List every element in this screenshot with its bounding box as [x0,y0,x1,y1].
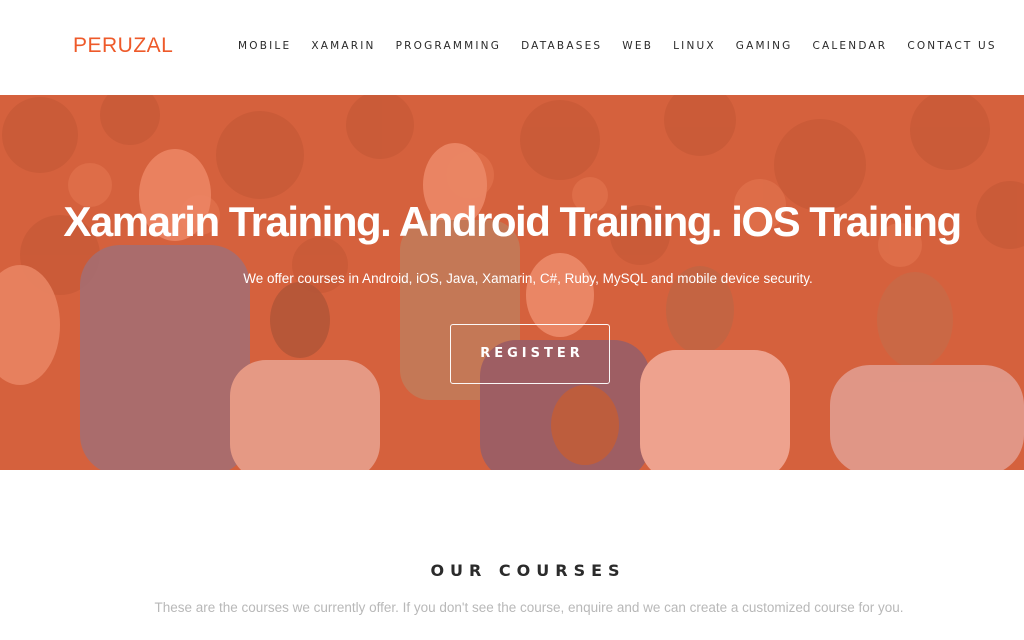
nav-item-calendar[interactable]: CALENDAR [802,40,897,52]
courses-title: OUR COURSES [430,561,626,580]
nav-item-contact-us[interactable]: CONTACT US [897,40,1006,52]
nav-item-gaming[interactable]: GAMING [726,40,803,52]
nav-item-xamarin[interactable]: XAMARIN [301,40,385,52]
nav-item-web[interactable]: WEB [612,40,663,52]
hero-section: Xamarin Training. Android Training. iOS … [0,95,1024,470]
nav-item-linux[interactable]: LINUX [663,40,726,52]
courses-subtitle: These are the courses we currently offer… [154,600,904,615]
hero-title: Xamarin Training. Android Training. iOS … [63,198,962,245]
nav-item-programming[interactable]: PROGRAMMING [386,40,512,52]
nav-item-mobile[interactable]: MOBILE [228,40,301,52]
brand-logo[interactable]: PERUZAL [73,34,173,58]
main-nav: MOBILE XAMARIN PROGRAMMING DATABASES WEB… [228,40,1007,52]
hero-subtitle: We offer courses in Android, iOS, Java, … [243,271,813,286]
register-button[interactable]: REGISTER [450,324,610,384]
site-header: PERUZAL MOBILE XAMARIN PROGRAMMING DATAB… [0,0,1024,95]
nav-item-databases[interactable]: DATABASES [511,40,612,52]
